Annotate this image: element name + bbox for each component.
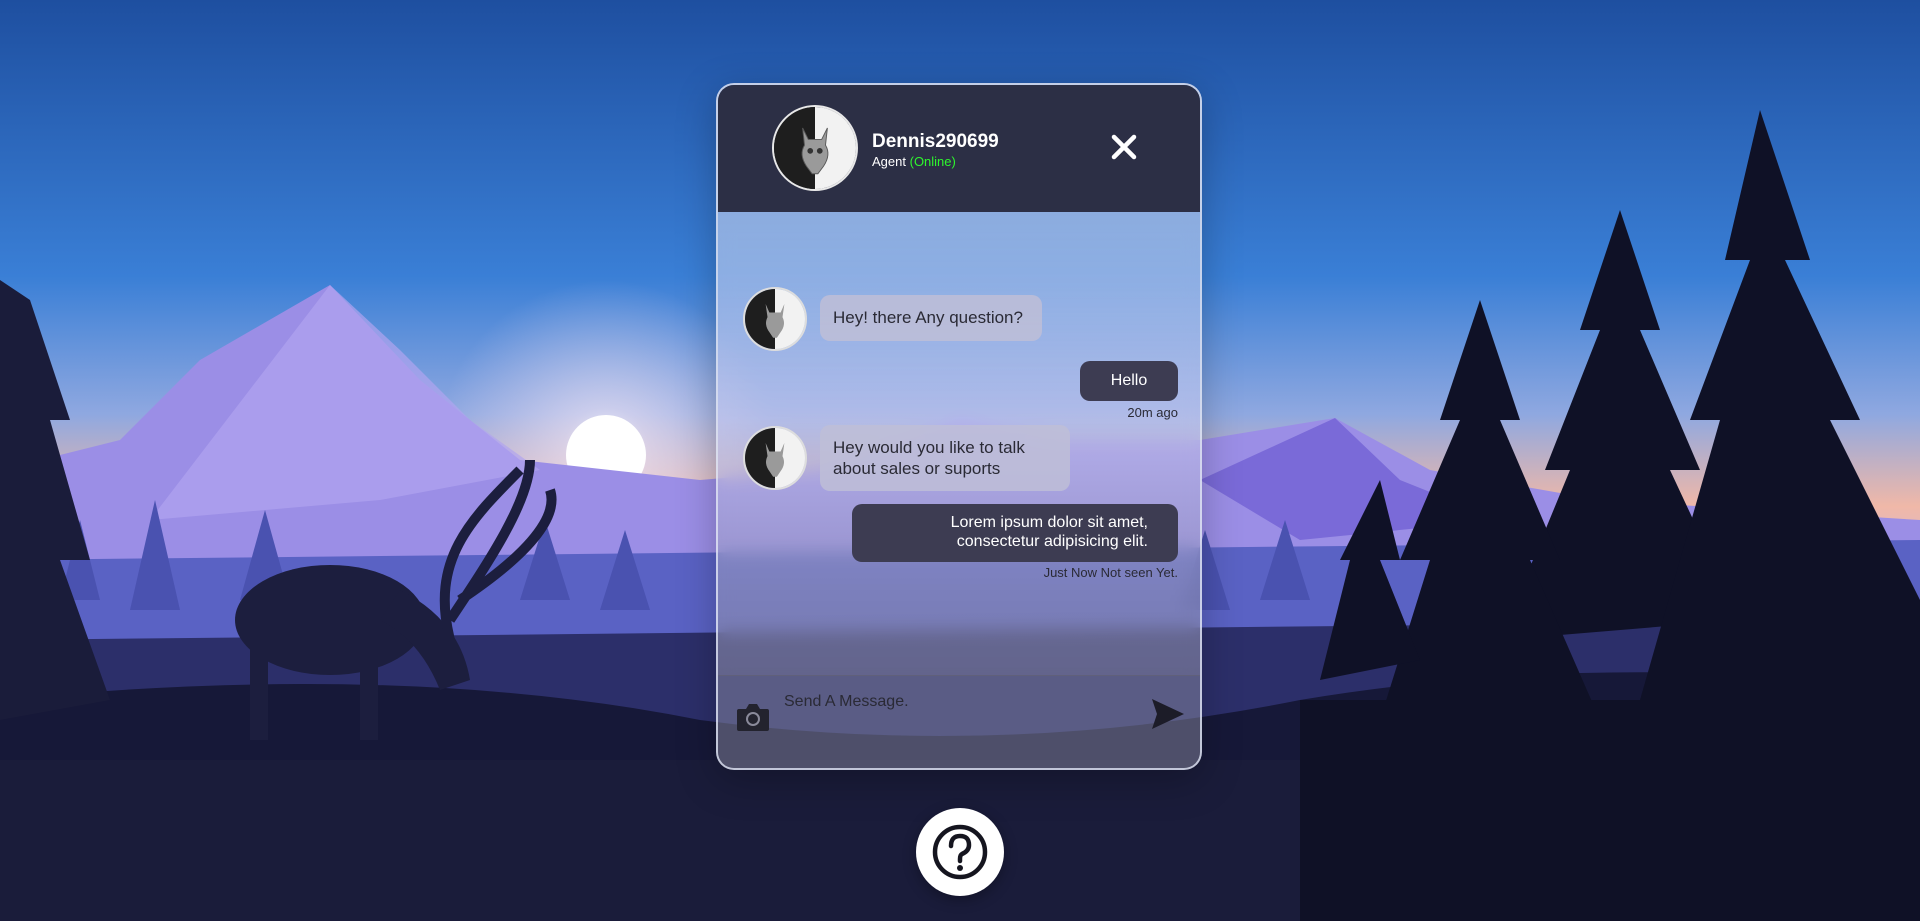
agent-avatar: [772, 105, 858, 191]
agent-status: (Online): [909, 154, 956, 169]
agent-role: Agent (Online): [872, 154, 956, 169]
message-avatar: [743, 426, 807, 490]
question-mark-icon: [932, 824, 988, 880]
close-icon: [1111, 134, 1137, 160]
message-input[interactable]: [782, 688, 1126, 716]
message-status: Just Now Not seen Yet.: [1043, 565, 1178, 580]
message-input-bar: [718, 675, 1200, 768]
message-timestamp: 20m ago: [1127, 405, 1178, 420]
user-message-bubble: Lorem ipsum dolor sit amet, consectetur …: [852, 504, 1178, 562]
agent-message-bubble: Hey would you like to talk about sales o…: [820, 425, 1070, 491]
send-button[interactable]: [1150, 696, 1186, 732]
agent-name: Dennis290699: [872, 131, 999, 152]
avatar-icon: [745, 428, 805, 488]
camera-icon: [737, 704, 769, 731]
agent-role-label: Agent: [872, 154, 906, 169]
chat-window: Dennis290699 Agent (Online) Hey! there A…: [716, 83, 1202, 770]
agent-message-bubble: Hey! there Any question?: [820, 295, 1042, 341]
chat-header: Dennis290699 Agent (Online): [718, 85, 1200, 212]
send-icon: [1152, 699, 1184, 729]
avatar-icon: [745, 289, 805, 349]
user-message-bubble: Hello: [1080, 361, 1178, 401]
avatar-icon: [774, 107, 856, 189]
help-button[interactable]: [916, 808, 1004, 896]
camera-button[interactable]: [736, 702, 770, 732]
close-button[interactable]: [1108, 131, 1140, 163]
message-avatar: [743, 287, 807, 351]
